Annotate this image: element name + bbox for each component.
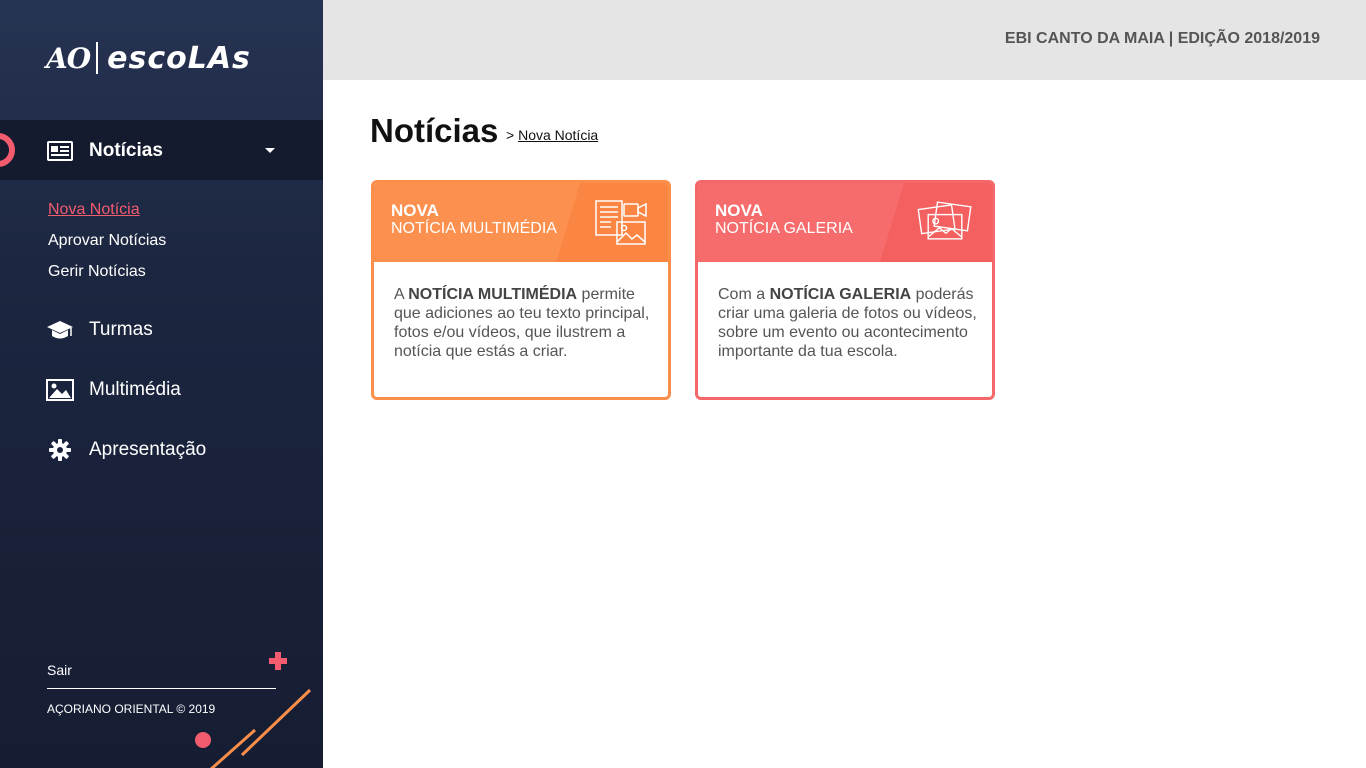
logo-separator (96, 42, 99, 74)
sidebar-item-label: Notícias (89, 140, 163, 161)
sidebar: AO escoLAs Notícias Nova Notícia Aprovar… (0, 0, 323, 768)
sidebar-item-label: Multimédia (89, 379, 181, 400)
gear-icon (46, 438, 74, 462)
logout-link[interactable]: Sair (47, 662, 72, 678)
breadcrumb-separator: > (506, 127, 515, 143)
image-icon (46, 378, 74, 402)
logo-escolas: escoLAs (107, 40, 251, 76)
card-title-line1: NOVA (391, 201, 439, 220)
multimedia-news-icon (595, 200, 647, 245)
submenu-nova-noticia[interactable]: Nova Notícia (48, 201, 140, 219)
card-header: NOVA NOTÍCIA MULTIMÉDIA (374, 183, 668, 262)
sidebar-item-label: Turmas (89, 319, 153, 340)
breadcrumb-current[interactable]: Nova Notícia (518, 127, 598, 143)
submenu-aprovar-noticias[interactable]: Aprovar Notícias (48, 232, 166, 250)
card-description: Com a NOTÍCIA GALERIA poderás criar uma … (718, 285, 978, 361)
card-title-line2: NOTÍCIA MULTIMÉDIA (391, 220, 557, 237)
card-nova-noticia-multimedia[interactable]: NOVA NOTÍCIA MULTIMÉDIA A NOTÍCIA MULTIM… (371, 180, 671, 400)
card-title-line2: NOTÍCIA GALERIA (715, 220, 853, 237)
sidebar-item-multimedia[interactable]: Multimédia (46, 378, 181, 402)
page-title: Notícias (370, 112, 499, 149)
app-logo[interactable]: AO escoLAs (46, 40, 251, 76)
graduation-cap-icon (46, 318, 74, 342)
breadcrumb: > Nova Notícia (506, 127, 598, 143)
copyright: AÇORIANO ORIENTAL © 2019 (47, 702, 216, 716)
top-header: EBI CANTO DA MAIA | EDIÇÃO 2018/2019 (323, 0, 1366, 80)
decorative-lines (209, 688, 312, 768)
card-desc-bold: NOTÍCIA GALERIA (769, 286, 912, 303)
submenu-gerir-noticias[interactable]: Gerir Notícias (48, 263, 146, 281)
card-description: A NOTÍCIA MULTIMÉDIA permite que adicion… (394, 285, 654, 361)
card-desc-prefix: Com a (718, 286, 770, 303)
sidebar-item-apresentacao[interactable]: Apresentação (46, 438, 206, 462)
card-title-line1: NOVA (715, 201, 763, 220)
sidebar-item-turmas[interactable]: Turmas (46, 318, 153, 342)
school-edition-label: EBI CANTO DA MAIA | EDIÇÃO 2018/2019 (1004, 30, 1320, 47)
newspaper-icon (46, 139, 74, 163)
sidebar-item-label: Apresentação (89, 439, 207, 460)
card-desc-prefix: A (394, 286, 409, 303)
card-desc-bold: NOTÍCIA MULTIMÉDIA (408, 286, 578, 303)
logo-ao: AO (46, 41, 91, 75)
card-header: NOVA NOTÍCIA GALERIA (698, 183, 992, 262)
card-nova-noticia-galeria[interactable]: NOVA NOTÍCIA GALERIA Com a NOTÍCIA GALER… (695, 180, 995, 400)
active-indicator-ring (0, 133, 15, 167)
plus-icon[interactable] (268, 651, 288, 671)
sidebar-item-noticias[interactable]: Notícias (46, 139, 163, 163)
photo-gallery-icon (917, 201, 972, 240)
chevron-down-icon[interactable] (265, 148, 275, 153)
